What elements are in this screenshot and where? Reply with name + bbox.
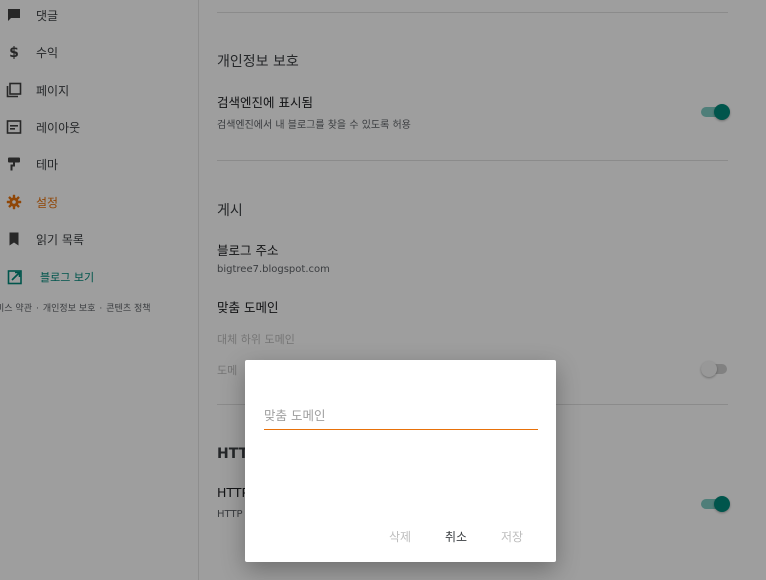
cancel-button[interactable]: 취소	[445, 528, 467, 545]
delete-button[interactable]: 삭제	[389, 528, 411, 545]
save-button[interactable]: 저장	[501, 528, 523, 545]
app: 댓글 $ 수익 페이지 레이아웃 테마 설정 읽기 목록 블로그 보기 비스 약…	[0, 0, 766, 580]
custom-domain-dialog: 삭제 취소 저장	[245, 360, 556, 562]
custom-domain-input[interactable]	[264, 406, 538, 430]
